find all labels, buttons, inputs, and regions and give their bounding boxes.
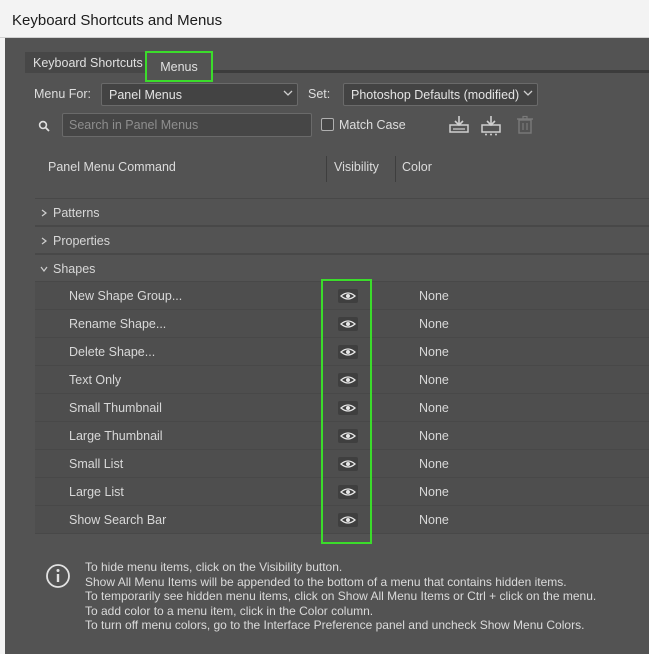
visibility-eye-icon[interactable] (338, 401, 358, 415)
chevron-right-icon[interactable] (40, 237, 48, 245)
match-case-checkbox[interactable] (321, 118, 334, 131)
list-item[interactable]: Text Only None (35, 366, 649, 394)
list-item[interactable]: Delete Shape... None (35, 338, 649, 366)
list-item[interactable]: Show Search Bar None (35, 506, 649, 534)
list-item[interactable]: Large List None (35, 478, 649, 506)
menu-item-name: Large Thumbnail (69, 429, 163, 443)
chevron-down-icon (283, 90, 293, 96)
menu-item-color[interactable]: None (419, 289, 449, 303)
set-value: Photoshop Defaults (modified) (351, 88, 520, 102)
menu-for-label: Menu For: (34, 87, 91, 101)
menu-item-color[interactable]: None (419, 401, 449, 415)
visibility-eye-icon[interactable] (338, 345, 358, 359)
save-set-icon[interactable] (448, 114, 470, 136)
info-line: Show All Menu Items will be appended to … (85, 574, 567, 589)
column-header-command: Panel Menu Command (48, 160, 176, 174)
menu-item-name: Small List (69, 457, 124, 471)
visibility-eye-icon[interactable] (338, 485, 358, 499)
info-line: To turn off menu colors, go to the Inter… (85, 618, 585, 633)
set-select[interactable]: Photoshop Defaults (modified) (343, 83, 538, 106)
menu-for-select[interactable]: Panel Menus (101, 83, 298, 106)
tab-keyboard-shortcuts[interactable]: Keyboard Shortcuts (25, 52, 151, 73)
set-label: Set: (308, 87, 331, 101)
chevron-down-icon (523, 90, 533, 96)
visibility-eye-icon[interactable] (338, 373, 358, 387)
list-item[interactable]: Small Thumbnail None (35, 394, 649, 422)
group-name: Properties (53, 234, 110, 248)
menu-item-name: Small Thumbnail (69, 401, 162, 415)
visibility-eye-icon[interactable] (338, 429, 358, 443)
group-name: Shapes (53, 262, 96, 276)
save-set-as-icon[interactable] (480, 114, 502, 136)
info-icon (46, 564, 70, 588)
column-header-visibility: Visibility (334, 160, 379, 174)
visibility-eye-icon[interactable] (338, 513, 358, 527)
match-case-label: Match Case (339, 118, 406, 132)
info-line: To add color to a menu item, click in th… (85, 603, 374, 618)
tab-menus[interactable]: Menus (145, 51, 213, 82)
menu-command-list: Patterns Properties Shapes New Shape Gro… (35, 198, 649, 538)
delete-set-icon[interactable] (514, 114, 536, 136)
search-icon (38, 120, 50, 132)
dialog-body: Keyboard Shortcuts Menus Menu For: Panel… (5, 38, 649, 654)
list-item[interactable]: Large Thumbnail None (35, 422, 649, 450)
menu-item-name: Large List (69, 485, 124, 499)
chevron-right-icon[interactable] (40, 209, 48, 217)
group-row-patterns[interactable]: Patterns (35, 198, 649, 226)
group-row-shapes[interactable]: Shapes (35, 254, 649, 282)
menu-item-color[interactable]: None (419, 513, 449, 527)
list-item[interactable]: Rename Shape... None (35, 310, 649, 338)
column-separator (326, 156, 327, 182)
menu-item-color[interactable]: None (419, 429, 449, 443)
visibility-eye-icon[interactable] (338, 457, 358, 471)
menu-for-value: Panel Menus (109, 88, 182, 102)
visibility-eye-icon[interactable] (338, 289, 358, 303)
menu-item-name: Show Search Bar (69, 513, 167, 527)
menu-item-color[interactable]: None (419, 317, 449, 331)
info-text-block: To hide menu items, click on the Visibil… (85, 560, 645, 633)
info-line: To hide menu items, click on the Visibil… (85, 560, 343, 574)
column-separator (395, 156, 396, 182)
group-name: Patterns (53, 206, 100, 220)
group-row-properties[interactable]: Properties (35, 226, 649, 254)
menu-item-color[interactable]: None (419, 457, 449, 471)
menu-item-color[interactable]: None (419, 345, 449, 359)
visibility-eye-icon[interactable] (338, 317, 358, 331)
menu-item-name: Text Only (69, 373, 122, 387)
list-item[interactable]: New Shape Group... None (35, 282, 649, 310)
menu-item-name: Rename Shape... (69, 317, 167, 331)
chevron-down-icon[interactable] (40, 265, 48, 273)
menu-item-color[interactable]: None (419, 485, 449, 499)
search-input[interactable] (62, 113, 312, 137)
menu-item-name: Delete Shape... (69, 345, 156, 359)
menu-item-color[interactable]: None (419, 373, 449, 387)
info-line: To temporarily see hidden menu items, cl… (85, 589, 597, 604)
menu-item-name: New Shape Group... (69, 289, 183, 303)
window-titlebar: Keyboard Shortcuts and Menus (0, 0, 649, 38)
list-item[interactable]: Small List None (35, 450, 649, 478)
column-header-color: Color (402, 160, 432, 174)
window-title: Keyboard Shortcuts and Menus (12, 12, 223, 29)
